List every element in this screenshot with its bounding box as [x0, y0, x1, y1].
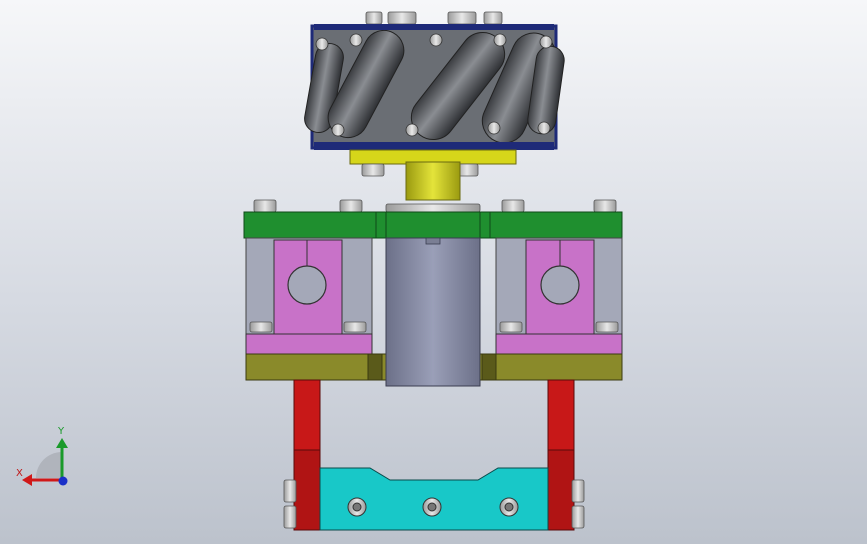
suspension-arm-left: [293, 379, 321, 531]
motor-body: [385, 237, 481, 387]
suspension-arm-right: [547, 379, 575, 531]
wheel-frame-bottom: [314, 142, 554, 150]
left-shaft-bore: [287, 265, 327, 305]
triad-y-label: Y: [58, 426, 65, 437]
orientation-triad[interactable]: [22, 438, 68, 486]
cad-viewport[interactable]: [0, 0, 867, 544]
triad-z-axis: [58, 476, 68, 486]
motor-coupling: [405, 161, 461, 201]
left-support-flange: [245, 333, 373, 355]
wheel-top-bolts: [365, 11, 503, 25]
left-shaft-support: [245, 237, 373, 355]
top-mount-plate-bolts: [253, 199, 617, 213]
triad-quadrant: [36, 452, 62, 478]
triad-x-label: X: [16, 468, 23, 479]
mecanum-wheel: [304, 11, 565, 150]
right-shaft-bore: [540, 265, 580, 305]
right-support-flange: [495, 333, 623, 355]
right-shaft-support: [495, 237, 623, 355]
wheel-frame-top: [314, 24, 554, 30]
top-mount-plate: [243, 211, 623, 239]
